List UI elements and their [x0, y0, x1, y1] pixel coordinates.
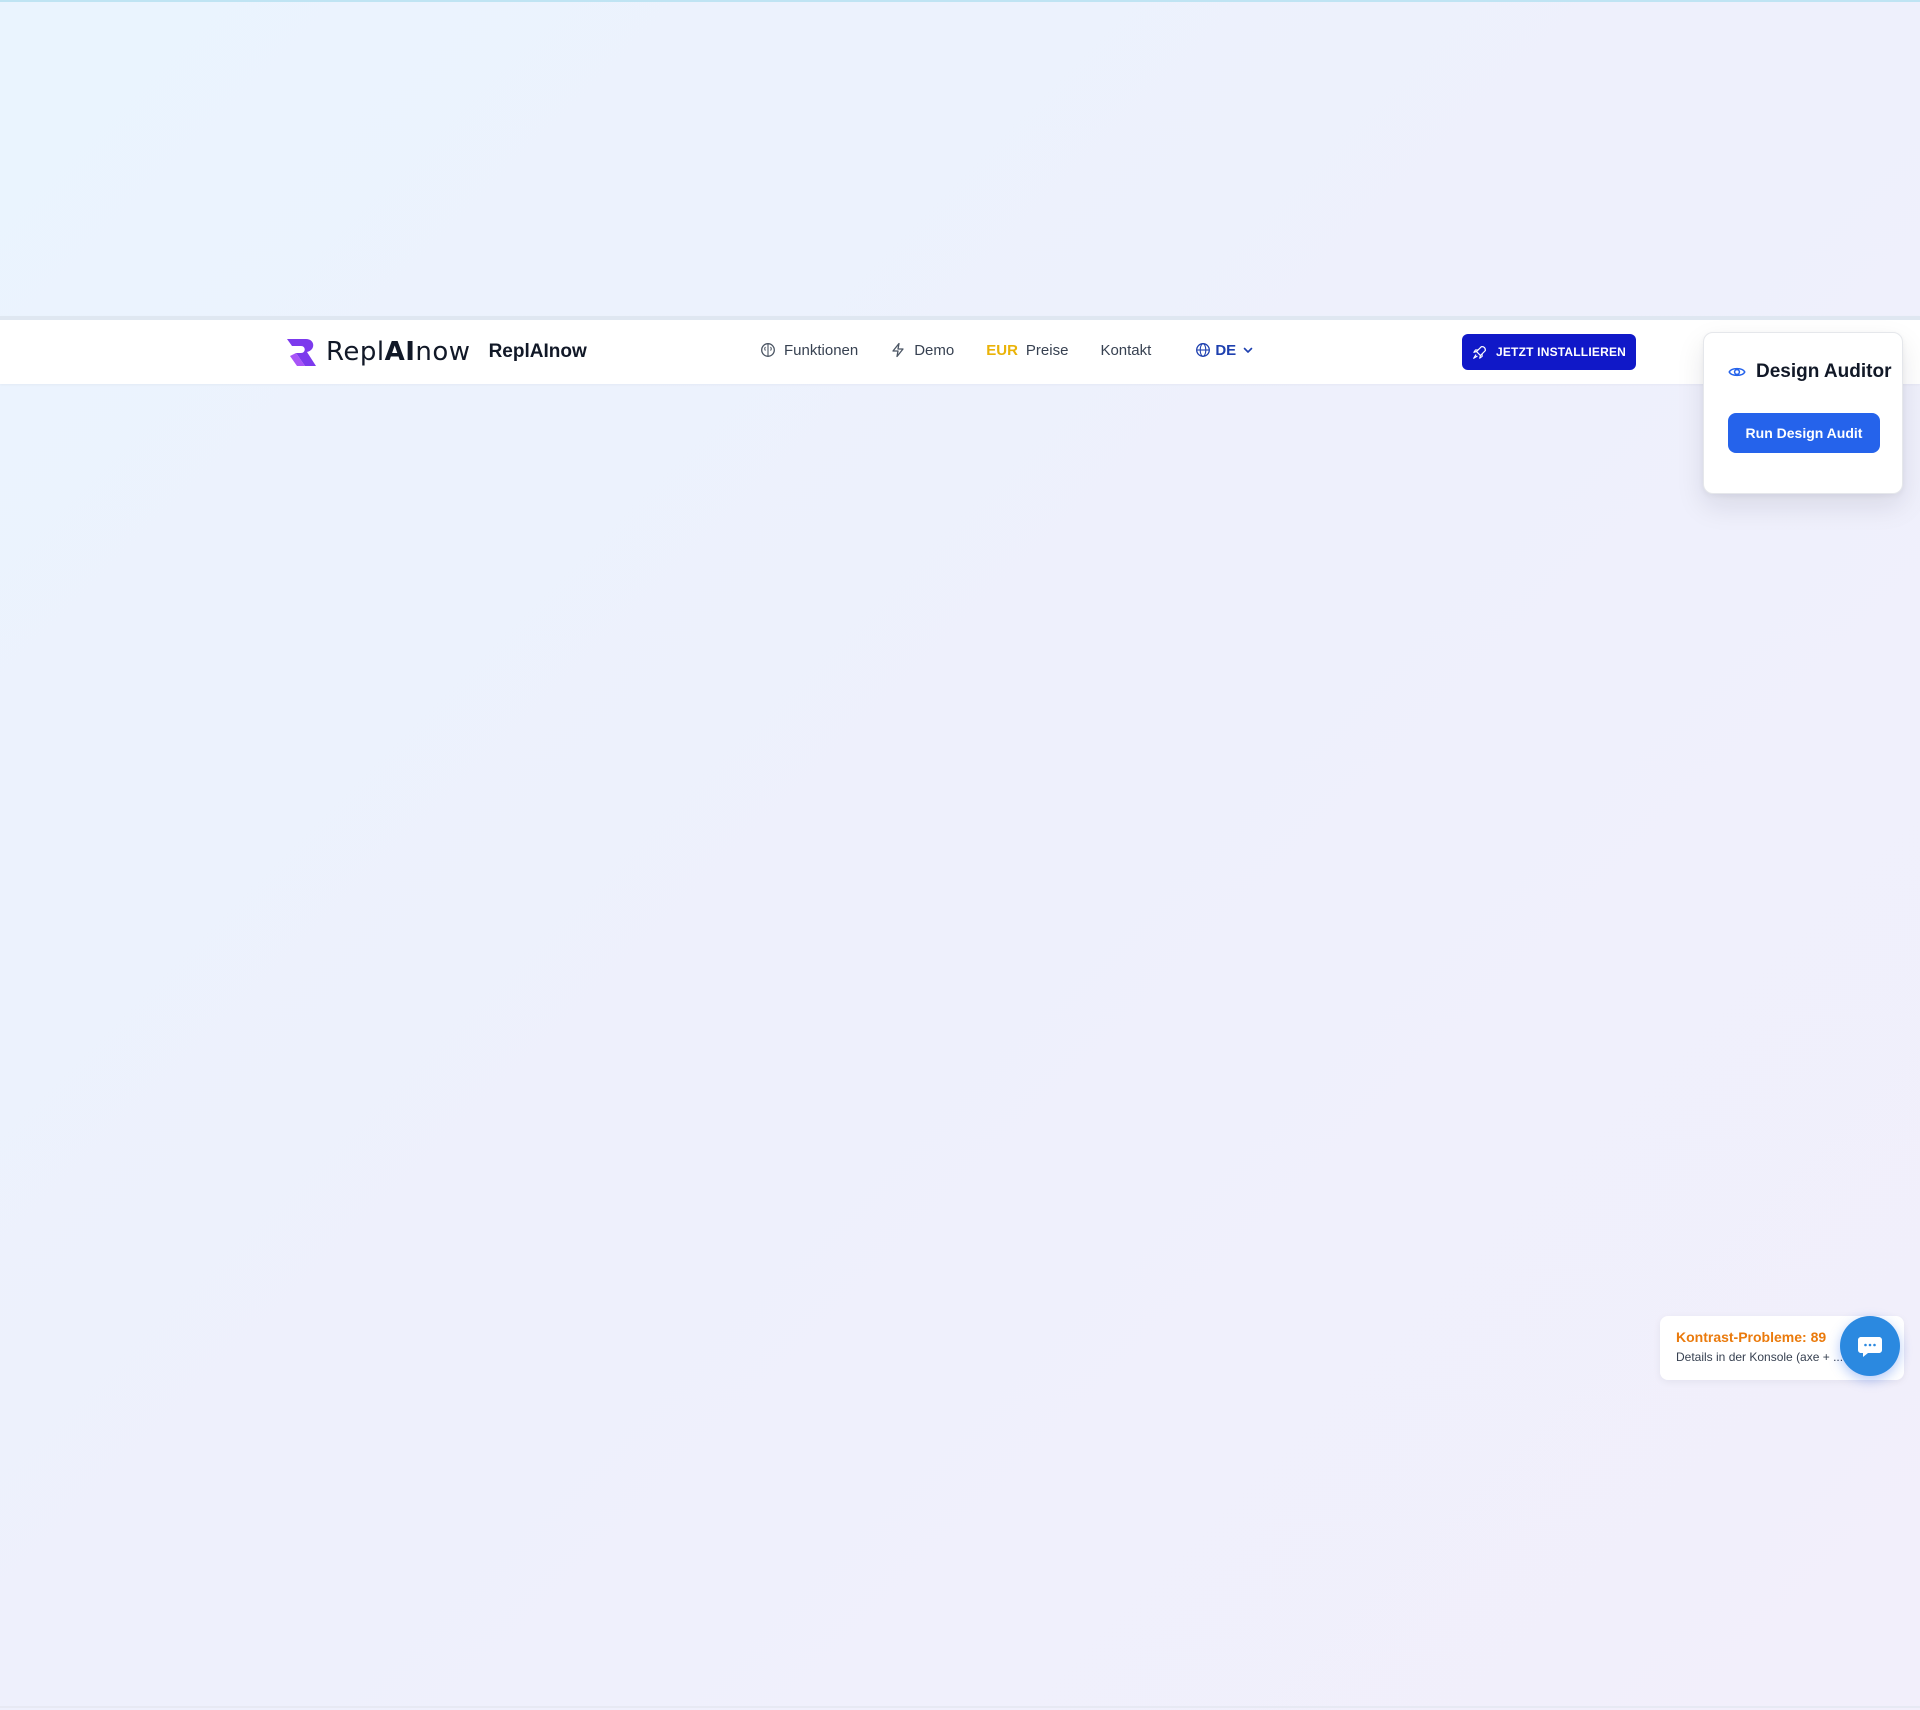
chevron-down-icon [1243, 347, 1253, 353]
currency-badge: EUR [986, 341, 1018, 359]
language-selector[interactable]: DE [1195, 342, 1254, 359]
nav-link-demo[interactable]: Demo [890, 342, 954, 359]
language-label: DE [1215, 341, 1237, 359]
globe-icon [1196, 343, 1211, 357]
lightning-icon [892, 342, 904, 358]
install-now-button[interactable]: JETZT INSTALLIEREN [1462, 334, 1636, 370]
design-auditor-title-text: Design Auditor [1756, 361, 1892, 382]
nav-link-funktionen[interactable]: Funktionen [760, 342, 858, 359]
nav-link-label: Demo [914, 341, 955, 359]
chat-widget-button[interactable] [1840, 1316, 1900, 1376]
brand-logo-text: ReplAInow [326, 337, 471, 367]
bottom-border-line [0, 1706, 1920, 1708]
eye-icon [1728, 367, 1746, 377]
brain-icon [761, 343, 775, 357]
design-auditor-title: Design Auditor [1728, 361, 1891, 383]
nav-link-label: Preise [1025, 341, 1069, 359]
nav-link-kontakt[interactable]: Kontakt [1100, 342, 1151, 359]
top-border-line [0, 0, 1920, 2]
install-now-label: JETZT INSTALLIEREN [1495, 345, 1627, 359]
nav-link-label: Funktionen [784, 341, 859, 359]
run-design-audit-label: Run Design Audit [1745, 425, 1863, 441]
nav-link-preise[interactable]: EUR Preise [986, 342, 1068, 359]
chat-bubble-icon [1858, 1337, 1882, 1357]
run-design-audit-button[interactable]: Run Design Audit [1728, 413, 1880, 453]
top-navbar: ReplAInow ReplAInow Funktionen Demo EUR … [0, 316, 1920, 384]
replainow-logo-icon [287, 339, 316, 366]
design-auditor-panel: Design Auditor Run Design Audit [1703, 332, 1903, 494]
brand-link[interactable]: ReplAInow ReplAInow [284, 332, 587, 372]
rocket-icon [1473, 345, 1486, 359]
brand-name: ReplAInow [488, 341, 587, 362]
nav-link-label: Kontakt [1100, 341, 1152, 359]
main-nav: Funktionen Demo EUR Preise Kontakt DE [760, 320, 1254, 380]
